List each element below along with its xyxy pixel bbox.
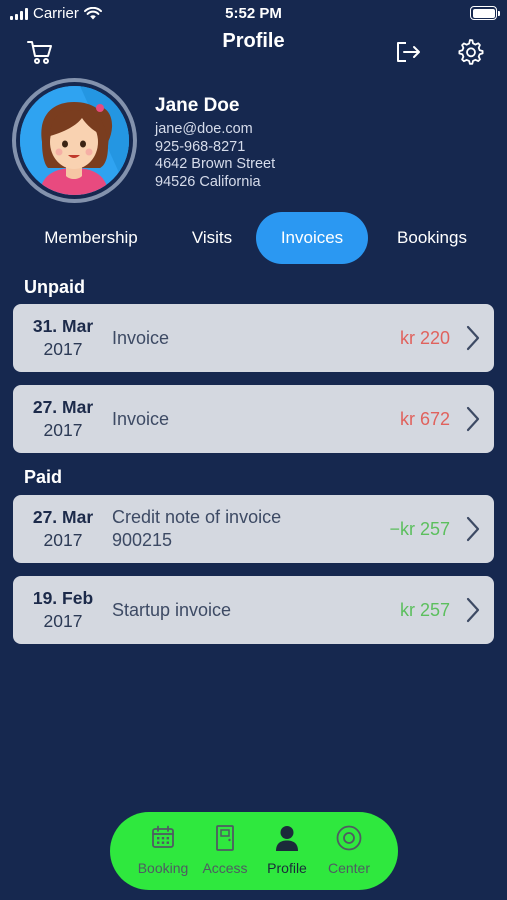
nav-label-booking: Booking [137,860,189,876]
invoice-description: Startup invoice [112,599,232,620]
invoice-row[interactable]: 27. Mar 2017 Credit note of invoice 9002… [13,495,494,563]
invoice-row[interactable]: 19. Feb 2017 Startup invoice kr 257 [13,576,494,644]
invoice-amount: −kr 257 [389,519,450,539]
chevron-right-icon [466,597,480,623]
invoice-day-month: 19. Feb [32,588,94,608]
invoice-row[interactable]: 31. Mar 2017 Invoice kr 220 [13,304,494,372]
calendar-icon [152,825,174,848]
chevron-right-icon [466,325,480,351]
settings-button[interactable] [455,37,485,67]
invoice-date: 31. Mar 2017 [23,315,103,361]
section-title-unpaid: Unpaid [24,277,85,297]
nav-label-profile: Profile [267,860,307,876]
cart-button[interactable] [25,37,55,67]
nav-item-access[interactable]: Access [194,812,256,890]
tab-membership[interactable]: Membership [30,212,152,264]
invoice-amount: kr 220 [399,328,450,348]
logout-button[interactable] [393,37,423,67]
chevron-right-icon [466,516,480,542]
battery-icon [470,6,500,20]
profile-name: Jane Doe [155,95,240,116]
nav-item-center[interactable]: Center [318,812,380,890]
invoice-date: 27. Mar 2017 [23,396,103,442]
target-icon [336,825,362,851]
invoice-amount: kr 257 [399,600,450,620]
logout-icon [397,42,420,62]
profile-city: 94526 California [155,173,261,190]
nav-item-booking[interactable]: Booking [132,812,194,890]
invoice-year: 2017 [43,339,83,359]
invoice-row[interactable]: 27. Mar 2017 Invoice kr 672 [13,385,494,453]
invoice-day-month: 27. Mar [32,507,94,527]
invoice-description: Invoice [112,327,170,348]
avatar[interactable] [12,78,137,203]
invoice-year: 2017 [43,611,83,631]
nav-label-center: Center [327,860,371,876]
nav-label-access: Access [202,860,248,876]
bottom-nav: Booking Access Profile Center [110,812,398,890]
invoice-description: Invoice [112,408,170,429]
person-icon [276,826,298,851]
invoice-amount: kr 672 [399,409,450,429]
cart-icon [27,41,52,64]
tab-bookings[interactable]: Bookings [386,212,478,264]
nav-item-profile[interactable]: Profile [256,812,318,890]
profile-phone: 925-968-8271 [155,138,246,155]
invoice-day-month: 31. Mar [32,316,94,336]
tab-bar: Membership Visits Invoices Bookings [0,212,507,264]
invoice-day-month: 27. Mar [32,397,94,417]
profile-email: jane@doe.com [155,121,253,137]
gear-icon [458,39,484,65]
invoice-year: 2017 [43,530,83,550]
avatar-illustration [20,86,129,195]
tab-visits[interactable]: Visits [178,212,246,264]
chevron-right-icon [466,406,480,432]
status-bar: Carrier 5:52 PM [0,0,507,28]
invoice-year: 2017 [43,420,83,440]
door-icon [216,825,234,851]
invoice-date: 27. Mar 2017 [23,506,103,552]
profile-street: 4642 Brown Street [155,156,276,172]
tab-invoices[interactable]: Invoices [256,212,368,264]
invoice-description: Credit note of invoice 900215 [112,507,282,550]
clock: 5:52 PM [225,5,282,22]
profile-info: Jane Doe jane@doe.com 925-968-8271 4642 … [155,95,275,191]
invoice-date: 19. Feb 2017 [23,587,103,633]
page-title: Profile [222,30,285,52]
section-title-paid: Paid [24,467,63,487]
